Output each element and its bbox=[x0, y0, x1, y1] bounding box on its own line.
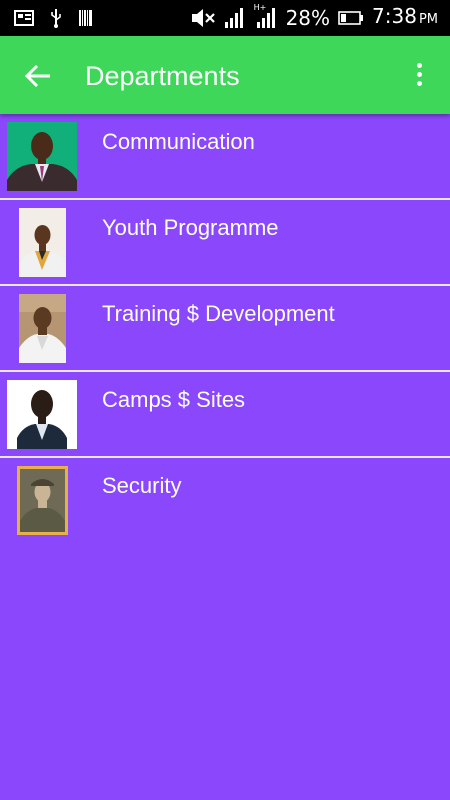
department-label: Youth Programme bbox=[102, 215, 279, 240]
department-label: Training $ Development bbox=[102, 301, 335, 326]
department-label: Security bbox=[102, 473, 182, 498]
list-item[interactable]: Camps $ Sites bbox=[0, 372, 450, 458]
status-bar-left-icons bbox=[14, 8, 94, 28]
list-item[interactable]: Training $ Development bbox=[0, 286, 450, 372]
status-bar-right: H+ 28% 7:38 PM bbox=[190, 3, 438, 33]
battery-percent: 28% bbox=[285, 6, 331, 30]
department-photo bbox=[17, 466, 68, 535]
page-title: Departments bbox=[85, 61, 240, 91]
usb-icon bbox=[51, 9, 61, 28]
app-bar: Departments bbox=[0, 36, 450, 114]
signal-hplus: H+ bbox=[254, 3, 278, 29]
department-label: Communication bbox=[102, 129, 255, 154]
barcode-icon bbox=[79, 10, 92, 26]
mute-icon bbox=[191, 9, 215, 27]
notification-card-icon bbox=[14, 10, 34, 26]
back-button[interactable] bbox=[22, 59, 56, 93]
time-ampm: PM bbox=[418, 12, 438, 27]
departments-list: Communication Youth Programme Training $… bbox=[0, 114, 450, 542]
signal-icon bbox=[256, 8, 275, 28]
status-bar: H+ 28% 7:38 PM bbox=[0, 0, 450, 36]
framed-portrait-icon bbox=[17, 466, 68, 535]
person-portrait-icon bbox=[7, 122, 77, 191]
list-item[interactable]: Communication bbox=[0, 114, 450, 200]
person-portrait-icon bbox=[19, 208, 66, 277]
list-item[interactable]: Security bbox=[0, 458, 450, 542]
signal-icon bbox=[224, 8, 243, 28]
department-photo bbox=[7, 380, 77, 449]
person-portrait-icon bbox=[7, 380, 77, 449]
department-photo bbox=[19, 294, 66, 363]
department-photo bbox=[7, 122, 77, 191]
person-portrait-icon bbox=[19, 294, 66, 363]
status-time: 7:38 PM bbox=[372, 3, 438, 33]
overflow-menu-button[interactable] bbox=[406, 60, 432, 92]
time-value: 7:38 bbox=[372, 4, 417, 28]
battery-icon bbox=[338, 11, 364, 25]
arrow-back-icon bbox=[24, 64, 50, 88]
list-item[interactable]: Youth Programme bbox=[0, 200, 450, 286]
more-vert-icon bbox=[406, 63, 432, 86]
department-photo bbox=[19, 208, 66, 277]
department-label: Camps $ Sites bbox=[102, 387, 246, 412]
